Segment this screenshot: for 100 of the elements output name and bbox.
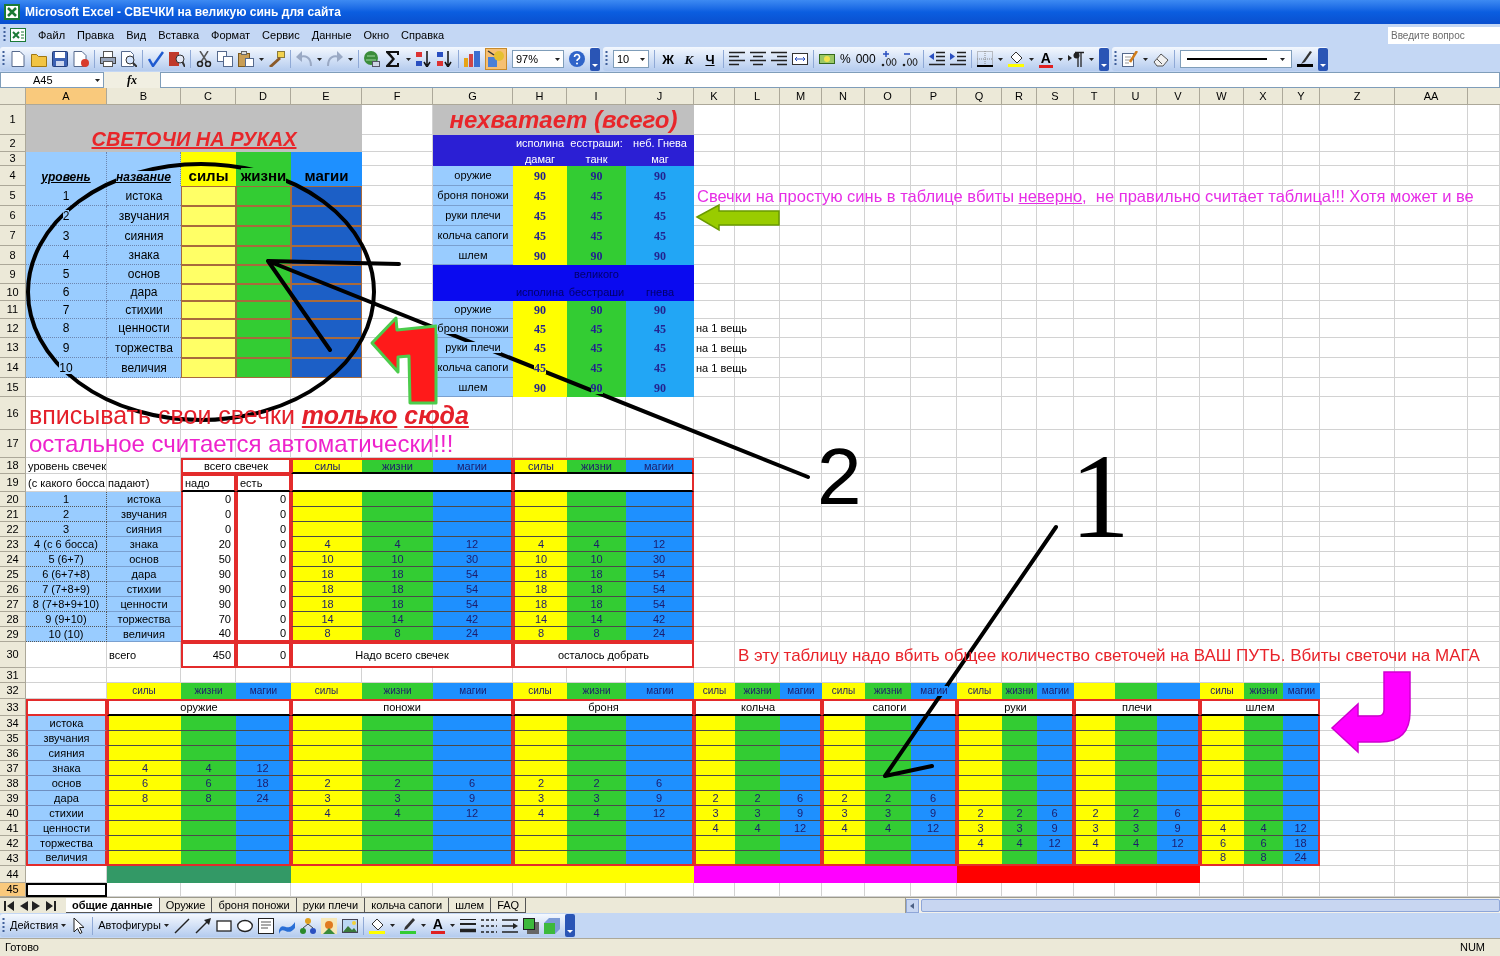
input-cell[interactable] — [236, 284, 291, 301]
input-cell[interactable] — [181, 358, 236, 378]
align-left-icon[interactable] — [729, 51, 745, 67]
row-header[interactable]: 18 — [0, 458, 26, 474]
sort-descending-icon[interactable] — [437, 51, 453, 67]
toolbar-options-icon[interactable] — [1317, 47, 1328, 71]
column-header[interactable]: N — [822, 88, 865, 105]
column-header[interactable]: V — [1157, 88, 1200, 105]
paintbrush-icon[interactable] — [269, 51, 285, 67]
row-header[interactable]: 22 — [0, 522, 26, 537]
row-header[interactable]: 33 — [0, 699, 26, 716]
copy-icon[interactable] — [217, 51, 233, 67]
row-header[interactable]: 27 — [0, 597, 26, 612]
column-header[interactable]: Y — [1283, 88, 1320, 105]
input-cell[interactable] — [236, 206, 291, 226]
caret-icon[interactable] — [163, 924, 169, 927]
input-cell[interactable] — [236, 226, 291, 246]
workbook-icon[interactable] — [10, 27, 26, 43]
row-header[interactable]: 2 — [0, 135, 26, 152]
input-cell[interactable] — [181, 206, 236, 226]
column-header[interactable]: T — [1074, 88, 1115, 105]
row-header[interactable]: 5 — [0, 186, 26, 206]
row-header[interactable]: 26 — [0, 582, 26, 597]
font-size-field[interactable]: 10 — [613, 50, 649, 68]
row-header[interactable]: 31 — [0, 668, 26, 683]
input-cell[interactable] — [291, 319, 362, 338]
pen-bar-icon[interactable] — [399, 917, 416, 934]
paste-icon[interactable] — [238, 51, 254, 67]
comma-style-button[interactable]: 000 — [855, 53, 876, 65]
text-box-icon[interactable] — [257, 917, 274, 934]
row-header[interactable]: 17 — [0, 430, 26, 458]
caret-icon[interactable] — [406, 57, 411, 61]
column-header[interactable]: S — [1037, 88, 1074, 105]
sheet-tab[interactable]: FAQ — [491, 898, 527, 913]
column-header[interactable]: L — [735, 88, 780, 105]
caret-icon[interactable] — [1088, 57, 1094, 61]
column-header[interactable]: X — [1244, 88, 1283, 105]
paint-bucket-icon[interactable] — [1007, 51, 1024, 67]
input-cell[interactable] — [181, 246, 236, 265]
font-color-button[interactable]: A — [1038, 50, 1053, 68]
increase-indent-icon[interactable] — [949, 51, 966, 67]
pilcrow-icon[interactable] — [1067, 51, 1084, 67]
shadow-square-icon[interactable] — [522, 917, 539, 934]
checkmark-icon[interactable] — [148, 51, 164, 67]
row-header[interactable]: 40 — [0, 806, 26, 821]
row-header[interactable]: 16 — [0, 397, 26, 430]
row-header[interactable]: 43 — [0, 851, 26, 866]
column-header[interactable]: U — [1115, 88, 1157, 105]
row-header[interactable]: 6 — [0, 206, 26, 226]
row-header[interactable]: 20 — [0, 492, 26, 507]
rectangle-icon[interactable] — [215, 917, 232, 934]
underline-button[interactable]: Ч — [702, 52, 718, 66]
row-header[interactable]: 45 — [0, 883, 26, 897]
input-cell[interactable] — [181, 284, 236, 301]
caret-icon[interactable] — [1057, 57, 1063, 61]
menu-item[interactable]: Формат — [205, 29, 257, 41]
caret-icon[interactable] — [555, 57, 560, 61]
row-header[interactable]: 11 — [0, 301, 26, 319]
row-header[interactable]: 36 — [0, 746, 26, 761]
grip-handle-icon[interactable] — [1113, 51, 1117, 67]
input-cell[interactable] — [181, 319, 236, 338]
globe-icon[interactable] — [364, 51, 380, 67]
row-header[interactable]: 37 — [0, 761, 26, 776]
line-icon[interactable] — [173, 917, 190, 934]
caret-icon[interactable] — [317, 57, 322, 61]
input-cell[interactable] — [181, 338, 236, 358]
row-header[interactable]: 21 — [0, 507, 26, 522]
input-cell[interactable] — [236, 358, 291, 378]
column-header[interactable]: D — [236, 88, 291, 105]
zoom-field[interactable]: 97% — [512, 50, 564, 68]
banknote-icon[interactable] — [819, 51, 835, 67]
column-header[interactable]: A — [26, 88, 107, 105]
bold-button[interactable]: Ж — [660, 52, 676, 66]
decrease-decimal-icon[interactable] — [901, 51, 918, 67]
help-search-field[interactable]: Введите вопрос — [1388, 26, 1500, 44]
input-cell[interactable] — [236, 338, 291, 358]
caret-icon[interactable] — [1279, 57, 1285, 61]
column-header[interactable]: R — [1002, 88, 1037, 105]
row-header[interactable]: 9 — [0, 265, 26, 284]
row-header[interactable]: 29 — [0, 627, 26, 642]
bar-chart-icon[interactable] — [464, 51, 480, 67]
input-cell[interactable] — [236, 319, 291, 338]
sheet-tab[interactable]: общие данные — [66, 898, 160, 913]
caret-icon[interactable] — [449, 924, 455, 927]
input-cell[interactable] — [181, 301, 236, 319]
caret-icon[interactable] — [348, 57, 353, 61]
active-cell[interactable] — [26, 883, 107, 897]
column-header[interactable]: Q — [957, 88, 1002, 105]
row-header[interactable]: 13 — [0, 338, 26, 358]
caret-icon[interactable] — [1028, 57, 1034, 61]
column-header[interactable]: G — [433, 88, 513, 105]
borders-icon[interactable] — [976, 51, 993, 67]
decrease-indent-icon[interactable] — [928, 51, 945, 67]
row-header[interactable]: 32 — [0, 683, 26, 699]
column-header[interactable]: W — [1200, 88, 1244, 105]
sheet-tab[interactable]: броня поножи — [212, 898, 297, 913]
row-header[interactable]: 10 — [0, 284, 26, 301]
row-header[interactable]: 34 — [0, 716, 26, 731]
last-sheet-icon[interactable] — [46, 900, 56, 911]
italic-button[interactable]: К — [681, 52, 697, 66]
